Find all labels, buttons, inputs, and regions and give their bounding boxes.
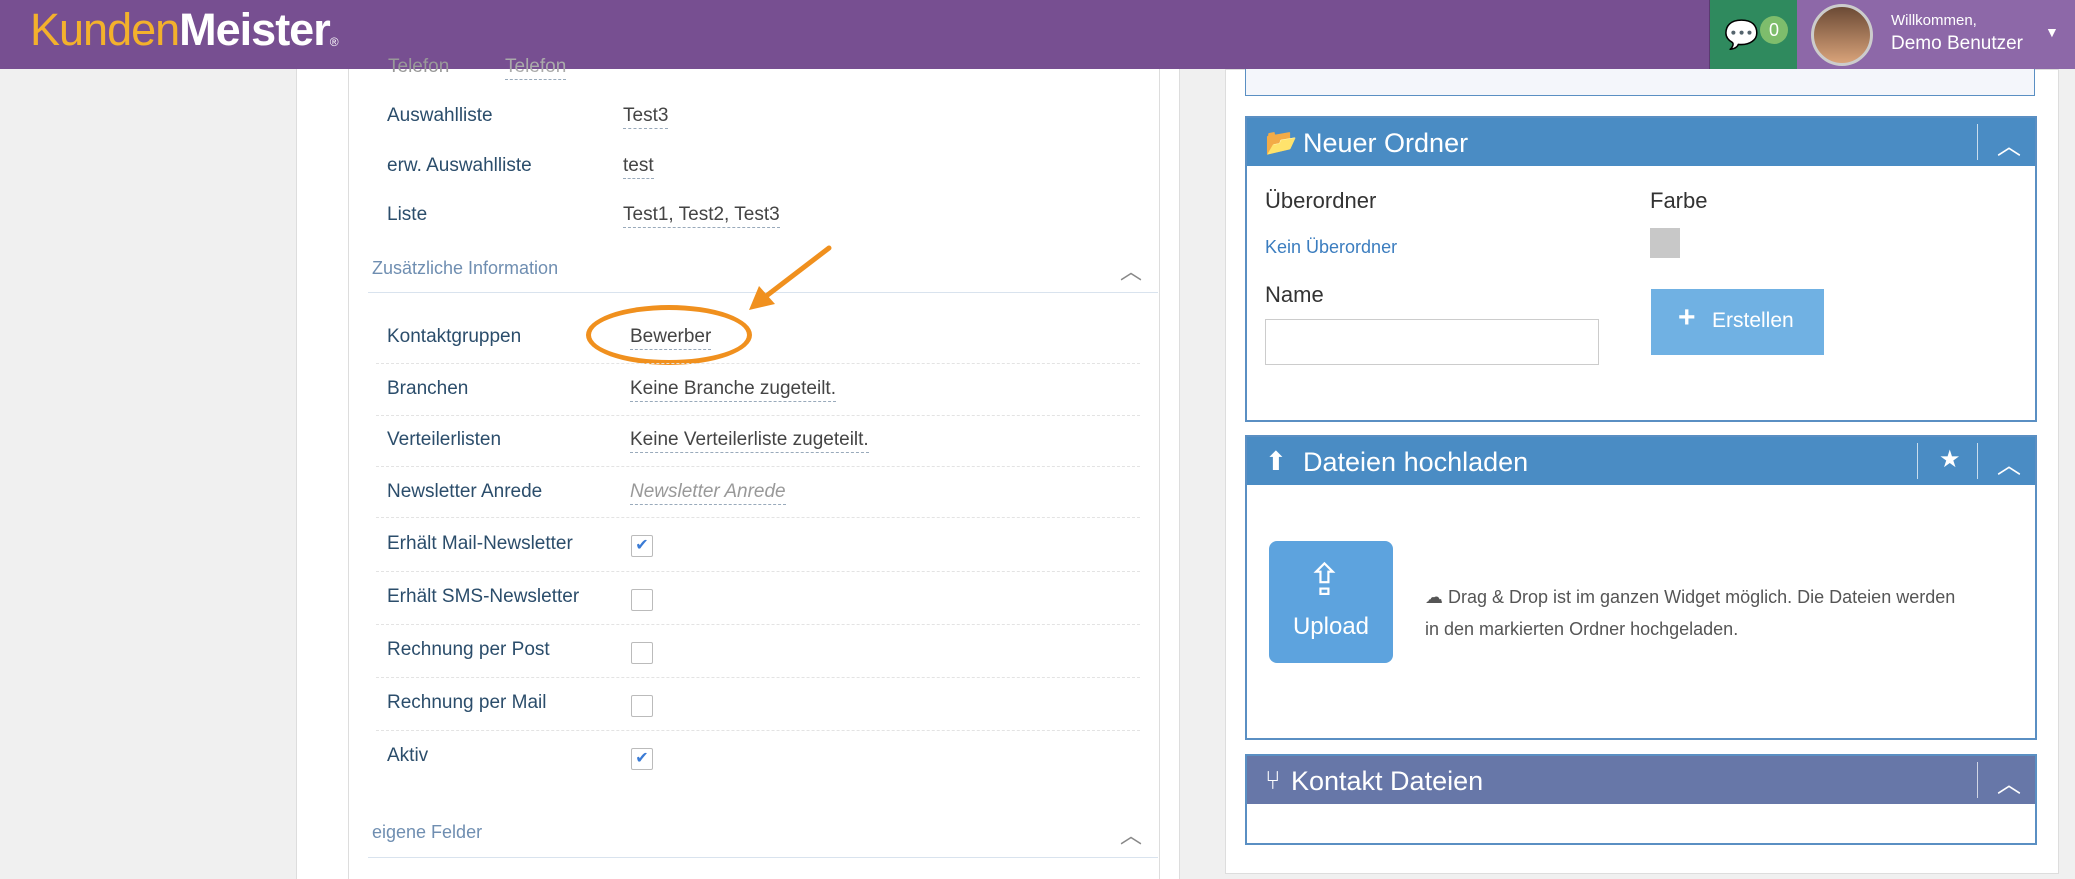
new-folder-widget: 📂 Neuer Ordner ︿ Überordner Kein Überord…: [1245, 116, 2037, 422]
folder-open-icon: 📂: [1265, 127, 1298, 157]
contact-files-header: ⑂ Kontakt Dateien ︿: [1247, 756, 2035, 804]
create-folder-button[interactable]: + Erstellen: [1651, 289, 1824, 355]
field-value-erw-auswahlliste[interactable]: test: [623, 155, 654, 179]
app-logo[interactable]: KundenMeister®: [30, 4, 339, 56]
top-bar: KundenMeister® 💬 0 Willkommen, Demo Benu…: [0, 0, 2075, 69]
chevron-up-icon[interactable]: ︿: [1120, 254, 1142, 286]
logo-text-kunden: Kunden: [30, 4, 180, 55]
highlight-ellipse: [586, 305, 752, 365]
upload-tray-icon: ⇪: [1306, 556, 1343, 605]
field-label-partial: Telefon: [388, 56, 450, 77]
checkbox-mail-newsletter[interactable]: ✔: [631, 535, 653, 557]
cloud-upload-icon: ☁: [1425, 587, 1443, 607]
checkbox-aktiv[interactable]: ✔: [631, 748, 653, 770]
row-divider: [376, 730, 1140, 732]
row-divider: [376, 415, 1140, 417]
upload-button[interactable]: ⇪ Upload: [1269, 541, 1393, 663]
logo-registered: ®: [329, 35, 339, 49]
field-value-branchen[interactable]: Keine Branche zugeteilt.: [630, 378, 836, 402]
header-separator: [1977, 762, 1978, 798]
parent-folder-link[interactable]: Kein Überordner: [1265, 237, 1397, 258]
field-label-verteilerlisten: Verteilerlisten: [387, 429, 502, 450]
checkbox-rechnung-post[interactable]: [631, 642, 653, 664]
section-header-zusatz[interactable]: Zusätzliche Information: [372, 258, 558, 279]
field-label-auswahlliste: Auswahlliste: [387, 105, 493, 126]
row-divider: [376, 466, 1140, 468]
field-value-liste[interactable]: Test1, Test2, Test3: [623, 204, 780, 228]
field-value-verteilerlisten[interactable]: Keine Verteilerliste zugeteilt.: [630, 429, 869, 453]
avatar: [1811, 4, 1873, 66]
messages-button[interactable]: 💬 0: [1709, 0, 1797, 69]
field-label-erw-auswahlliste: erw. Auswahlliste: [387, 155, 532, 176]
star-icon[interactable]: ★: [1939, 445, 1961, 474]
messages-count-badge: 0: [1760, 16, 1788, 44]
chat-bubble-icon: 💬: [1724, 19, 1759, 50]
chevron-up-icon[interactable]: ︿: [1120, 818, 1142, 850]
header-separator: [1917, 443, 1918, 479]
new-folder-title: Neuer Ordner: [1303, 128, 1469, 158]
row-divider: [376, 571, 1140, 573]
section-header-eigene-felder[interactable]: eigene Felder: [372, 822, 482, 843]
widget-bottom-edge: [1245, 69, 2035, 96]
contact-files-title: Kontakt Dateien: [1291, 766, 1484, 796]
upload-header: ⬆ Dateien hochladen ★ ︿: [1247, 437, 2035, 485]
chevron-up-icon[interactable]: ︿: [1997, 764, 2021, 799]
folder-name-input[interactable]: [1265, 319, 1599, 365]
row-divider: [376, 363, 1140, 365]
field-label-newsletter-anrede: Newsletter Anrede: [387, 481, 543, 502]
color-label: Farbe: [1650, 188, 1708, 213]
field-label-mail-newsletter: Erhält Mail-Newsletter: [387, 533, 573, 554]
field-label-rechnung-mail: Rechnung per Mail: [387, 692, 547, 713]
new-folder-header: 📂 Neuer Ordner ︿: [1247, 118, 2035, 166]
field-label-rechnung-post: Rechnung per Post: [387, 639, 550, 660]
chevron-up-icon[interactable]: ︿: [1997, 126, 2021, 161]
contact-files-widget: ⑂ Kontakt Dateien ︿: [1245, 754, 2037, 845]
name-label: Name: [1265, 282, 1324, 307]
field-label-branchen: Branchen: [387, 378, 469, 399]
drag-drop-hint: ☁ Drag & Drop ist im ganzen Widget mögli…: [1425, 581, 1965, 645]
row-divider: [376, 624, 1140, 626]
chevron-up-icon[interactable]: ︿: [1997, 445, 2021, 480]
field-value-auswahlliste[interactable]: Test3: [623, 105, 669, 129]
upload-title: Dateien hochladen: [1303, 447, 1529, 477]
welcome-text: Willkommen,: [1891, 12, 1977, 29]
create-folder-label: Erstellen: [1712, 309, 1794, 332]
contact-details-inner: [348, 69, 1160, 879]
checkbox-rechnung-mail[interactable]: [631, 695, 653, 717]
field-value-newsletter-anrede[interactable]: Newsletter Anrede: [630, 481, 786, 505]
drag-drop-hint-text: Drag & Drop ist im ganzen Widget möglich…: [1425, 587, 1956, 639]
field-label-sms-newsletter: Erhält SMS-Newsletter: [387, 586, 580, 607]
annotation-arrow: [749, 245, 832, 310]
field-label-aktiv: Aktiv: [387, 745, 429, 766]
header-separator: [1977, 124, 1978, 160]
divider: [368, 857, 1158, 858]
user-name: Demo Benutzer: [1891, 33, 2024, 54]
parent-folder-label: Überordner: [1265, 188, 1377, 213]
row-divider: [376, 517, 1140, 519]
upload-widget[interactable]: ⬆ Dateien hochladen ★ ︿ ⇪ Upload ☁ Drag …: [1245, 435, 2037, 740]
caret-down-icon: ▼: [2045, 24, 2059, 40]
field-label-liste: Liste: [387, 204, 428, 225]
plus-icon: +: [1678, 301, 1696, 334]
upload-circle-icon: ⬆: [1265, 446, 1287, 476]
row-divider: [376, 677, 1140, 679]
checkbox-sms-newsletter[interactable]: [631, 589, 653, 611]
upload-button-label: Upload: [1292, 613, 1370, 640]
logo-text-meister: Meister: [179, 4, 331, 55]
field-value-partial[interactable]: Telefon: [505, 56, 567, 80]
header-separator: [1977, 443, 1978, 479]
branch-icon: ⑂: [1265, 765, 1281, 795]
user-menu[interactable]: Willkommen, Demo Benutzer ▼: [1797, 0, 2075, 69]
field-label-kontaktgruppen: Kontaktgruppen: [387, 326, 522, 347]
color-swatch[interactable]: [1650, 228, 1680, 258]
